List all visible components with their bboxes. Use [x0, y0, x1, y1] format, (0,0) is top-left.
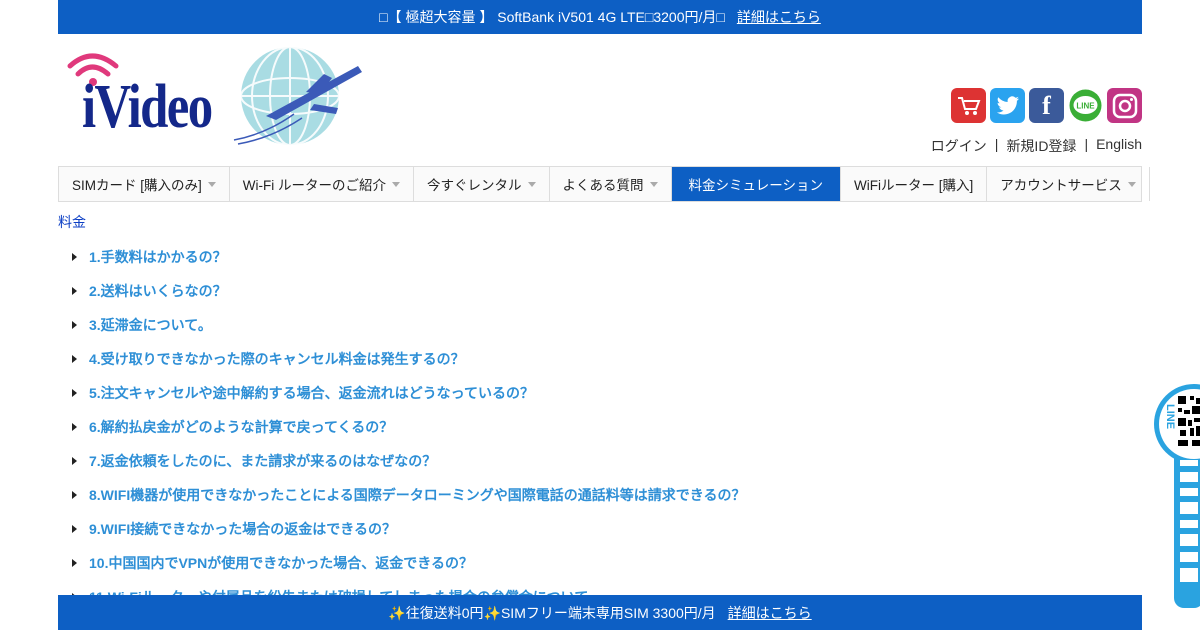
faq-question: 5.注文キャンセルや途中解約する場合、返金流れはどうなっているの？	[89, 385, 534, 401]
expand-arrow-icon	[72, 559, 77, 567]
faq-question: 6.解約払戻金がどのような計算で戻ってくるの？	[89, 419, 394, 435]
chevron-down-icon	[1127, 181, 1136, 187]
faq-item[interactable]: 3.延滞金について。	[66, 308, 746, 342]
logo-text: iVideo	[82, 73, 213, 141]
nav-item-label: Wi-Fi ルーターのご紹介	[242, 178, 386, 193]
nav-item-label: アカウントサービス	[1000, 178, 1122, 193]
faq-item[interactable]: 10.中国国内でVPNが使用できなかった場合、返金できるの？	[66, 546, 746, 580]
page: □【 極超大容量 】 SoftBank iV501 4G LTE□3200円/月…	[0, 0, 1200, 630]
nav-item-wifi-router-intro[interactable]: Wi-Fi ルーターのご紹介	[230, 167, 414, 201]
faq-item[interactable]: 1.手数料はかかるの？	[66, 240, 746, 274]
english-link[interactable]: English	[1096, 136, 1142, 156]
expand-arrow-icon	[72, 287, 77, 295]
nav-item-label: SIMカード [購入のみ]	[72, 178, 202, 193]
nav-item-label: 料金シミュレーション	[688, 178, 823, 193]
main-nav: SIMカード [購入のみ] Wi-Fi ルーターのご紹介 今すぐレンタル よくあ…	[58, 166, 1150, 202]
top-banner-link[interactable]: 詳細はこちら	[737, 7, 821, 27]
chevron-down-icon	[392, 181, 400, 187]
faq-question: 9.WIFI接続できなかった場合の返金はできるの？	[89, 521, 396, 537]
chevron-down-icon	[649, 181, 658, 187]
line-widget-label: LINE	[1164, 404, 1176, 429]
faq-question: 4.受け取りできなかった際のキャンセル料金は発生するの？	[89, 351, 465, 367]
chevron-down-icon	[207, 181, 216, 187]
faq-question: 1.手数料はかかるの？	[89, 249, 227, 265]
expand-arrow-icon	[72, 457, 77, 465]
expand-arrow-icon	[72, 389, 77, 397]
faq-question: 10.中国国内でVPNが使用できなかった場合、返金できるの？	[89, 555, 473, 571]
twitter-icon[interactable]	[990, 88, 1025, 123]
bottom-announcement-banner: ✨往復送料0円✨SIMフリー端末専用SIM 3300円/月 詳細はこちら	[58, 595, 1142, 630]
nav-item-rent-now[interactable]: 今すぐレンタル	[414, 167, 550, 201]
expand-arrow-icon	[72, 423, 77, 431]
expand-arrow-icon	[72, 253, 77, 261]
nav-item-sim-card[interactable]: SIMカード [購入のみ]	[59, 167, 230, 201]
faq-item[interactable]: 5.注文キャンセルや途中解約する場合、返金流れはどうなっているの？	[66, 376, 746, 410]
faq-list: 1.手数料はかかるの？ 2.送料はいくらなの？ 3.延滞金について。 4.受け取…	[66, 240, 746, 614]
nav-item-faq[interactable]: よくある質問	[550, 167, 672, 201]
faq-item[interactable]: 2.送料はいくらなの？	[66, 274, 746, 308]
nav-item-wifi-router-buy[interactable]: WiFiルーター [購入]	[841, 167, 988, 201]
nav-item-label: WiFiルーター [購入]	[853, 178, 974, 193]
chevron-down-icon	[527, 181, 536, 187]
login-link[interactable]: ログイン	[931, 136, 987, 156]
expand-arrow-icon	[72, 355, 77, 363]
line-qr-widget[interactable]: LINE	[1150, 382, 1200, 608]
expand-arrow-icon	[72, 321, 77, 329]
cart-icon[interactable]	[951, 88, 986, 123]
faq-item[interactable]: 8.WIFI機器が使用できなかったことによる国際データローミングや国際電話の通話…	[66, 478, 746, 512]
faq-question: 8.WIFI機器が使用できなかったことによる国際データローミングや国際電話の通話…	[89, 487, 746, 503]
faq-item[interactable]: 9.WIFI接続できなかった場合の返金はできるの？	[66, 512, 746, 546]
nav-item-label: 今すぐレンタル	[427, 178, 522, 193]
expand-arrow-icon	[72, 525, 77, 533]
faq-item[interactable]: 6.解約払戻金がどのような計算で戻ってくるの？	[66, 410, 746, 444]
expand-arrow-icon	[72, 491, 77, 499]
faq-question: 7.返金依頼をしたのに、また請求が来るのはなぜなの？	[89, 453, 437, 469]
account-links: ログイン | 新規ID登録 | English	[931, 136, 1142, 156]
top-banner-text: □【 極超大容量 】 SoftBank iV501 4G LTE□3200円/月…	[379, 9, 725, 25]
social-icons: f LINE	[951, 88, 1142, 123]
nav-item-label: よくある質問	[562, 178, 644, 193]
bottom-banner-link[interactable]: 詳細はこちら	[728, 603, 812, 623]
faq-item[interactable]: 7.返金依頼をしたのに、また請求が来るのはなぜなの？	[66, 444, 746, 478]
nav-item-price-simulation[interactable]: 料金シミュレーション	[671, 167, 841, 201]
separator: |	[994, 136, 999, 152]
site-logo[interactable]: iVideo	[66, 44, 366, 148]
instagram-icon[interactable]	[1107, 88, 1142, 123]
line-icon[interactable]: LINE	[1068, 88, 1103, 123]
separator: |	[1084, 136, 1089, 152]
register-link[interactable]: 新規ID登録	[1006, 136, 1076, 156]
top-announcement-banner: □【 極超大容量 】 SoftBank iV501 4G LTE□3200円/月…	[58, 0, 1142, 34]
line-icon-label: LINE	[1076, 102, 1095, 111]
nav-item-account-service[interactable]: アカウントサービス	[987, 167, 1150, 201]
faq-question: 2.送料はいくらなの？	[89, 283, 227, 299]
facebook-icon[interactable]: f	[1029, 88, 1064, 123]
breadcrumb: 料金	[58, 214, 86, 230]
bottom-banner-text: ✨往復送料0円✨SIMフリー端末専用SIM 3300円/月	[388, 604, 716, 621]
faq-question: 3.延滞金について。	[89, 317, 212, 333]
faq-item[interactable]: 4.受け取りできなかった際のキャンセル料金は発生するの？	[66, 342, 746, 376]
